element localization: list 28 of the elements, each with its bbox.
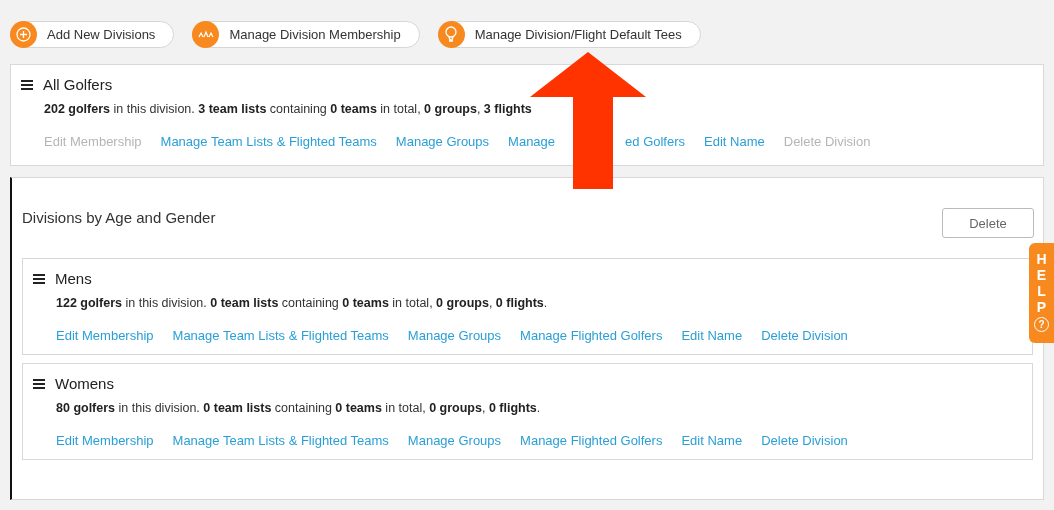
division-title: Womens — [55, 375, 114, 392]
action-link[interactable]: Manage Flighted Golfers — [520, 433, 663, 448]
action-link[interactable]: Manage Team Lists & Flighted Teams — [172, 433, 389, 448]
toolbar-button[interactable]: Add New Divisions — [10, 21, 175, 48]
action-link[interactable]: Edit Name — [681, 433, 743, 448]
action-link[interactable]: Delete Division — [761, 328, 848, 343]
action-link[interactable]: Manage Team Lists & Flighted Teams — [160, 134, 377, 149]
action-link[interactable]: Edit Membership — [56, 433, 154, 448]
toolbar-button[interactable]: Manage Division/Flight Default Tees — [437, 21, 701, 48]
action-link[interactable]: Manage Groups — [407, 328, 502, 343]
action-link[interactable]: Manage Groups — [407, 433, 502, 448]
division-summary: 80 golfers in this division. 0 team lists containing 0 teams in total, 0 groups, 0 flights. — [56, 401, 542, 415]
action-link[interactable]: Manage ed Golfers — [508, 134, 686, 149]
division-summary: 202 golfers in this division. 3 team lists containing 0 teams in total, 0 groups, 3 flights — [44, 102, 533, 116]
delete-button[interactable]: Delete — [942, 208, 1034, 238]
action-link[interactable]: Edit Name — [681, 328, 743, 343]
action-link[interactable]: Delete Division — [761, 433, 848, 448]
action-link[interactable]: Edit Membership — [56, 328, 154, 343]
division-title: Mens — [55, 270, 92, 287]
action-link[interactable]: Edit Name — [704, 134, 765, 149]
section-title: Divisions by Age and Gender — [22, 209, 216, 226]
action-link[interactable]: Manage Team Lists & Flighted Teams — [172, 328, 389, 343]
division-summary: 122 golfers in this division. 0 team lists containing 0 teams in total, 0 groups, 0 flights. — [56, 296, 549, 310]
help-tab[interactable]: H E L P ? — [1029, 243, 1054, 343]
action-link[interactable]: Manage Groups — [395, 134, 490, 149]
toolbar-button[interactable]: Manage Division Membership — [192, 21, 420, 48]
division-title: All Golfers — [43, 76, 113, 93]
action-link[interactable]: Manage Flighted Golfers — [520, 328, 663, 343]
